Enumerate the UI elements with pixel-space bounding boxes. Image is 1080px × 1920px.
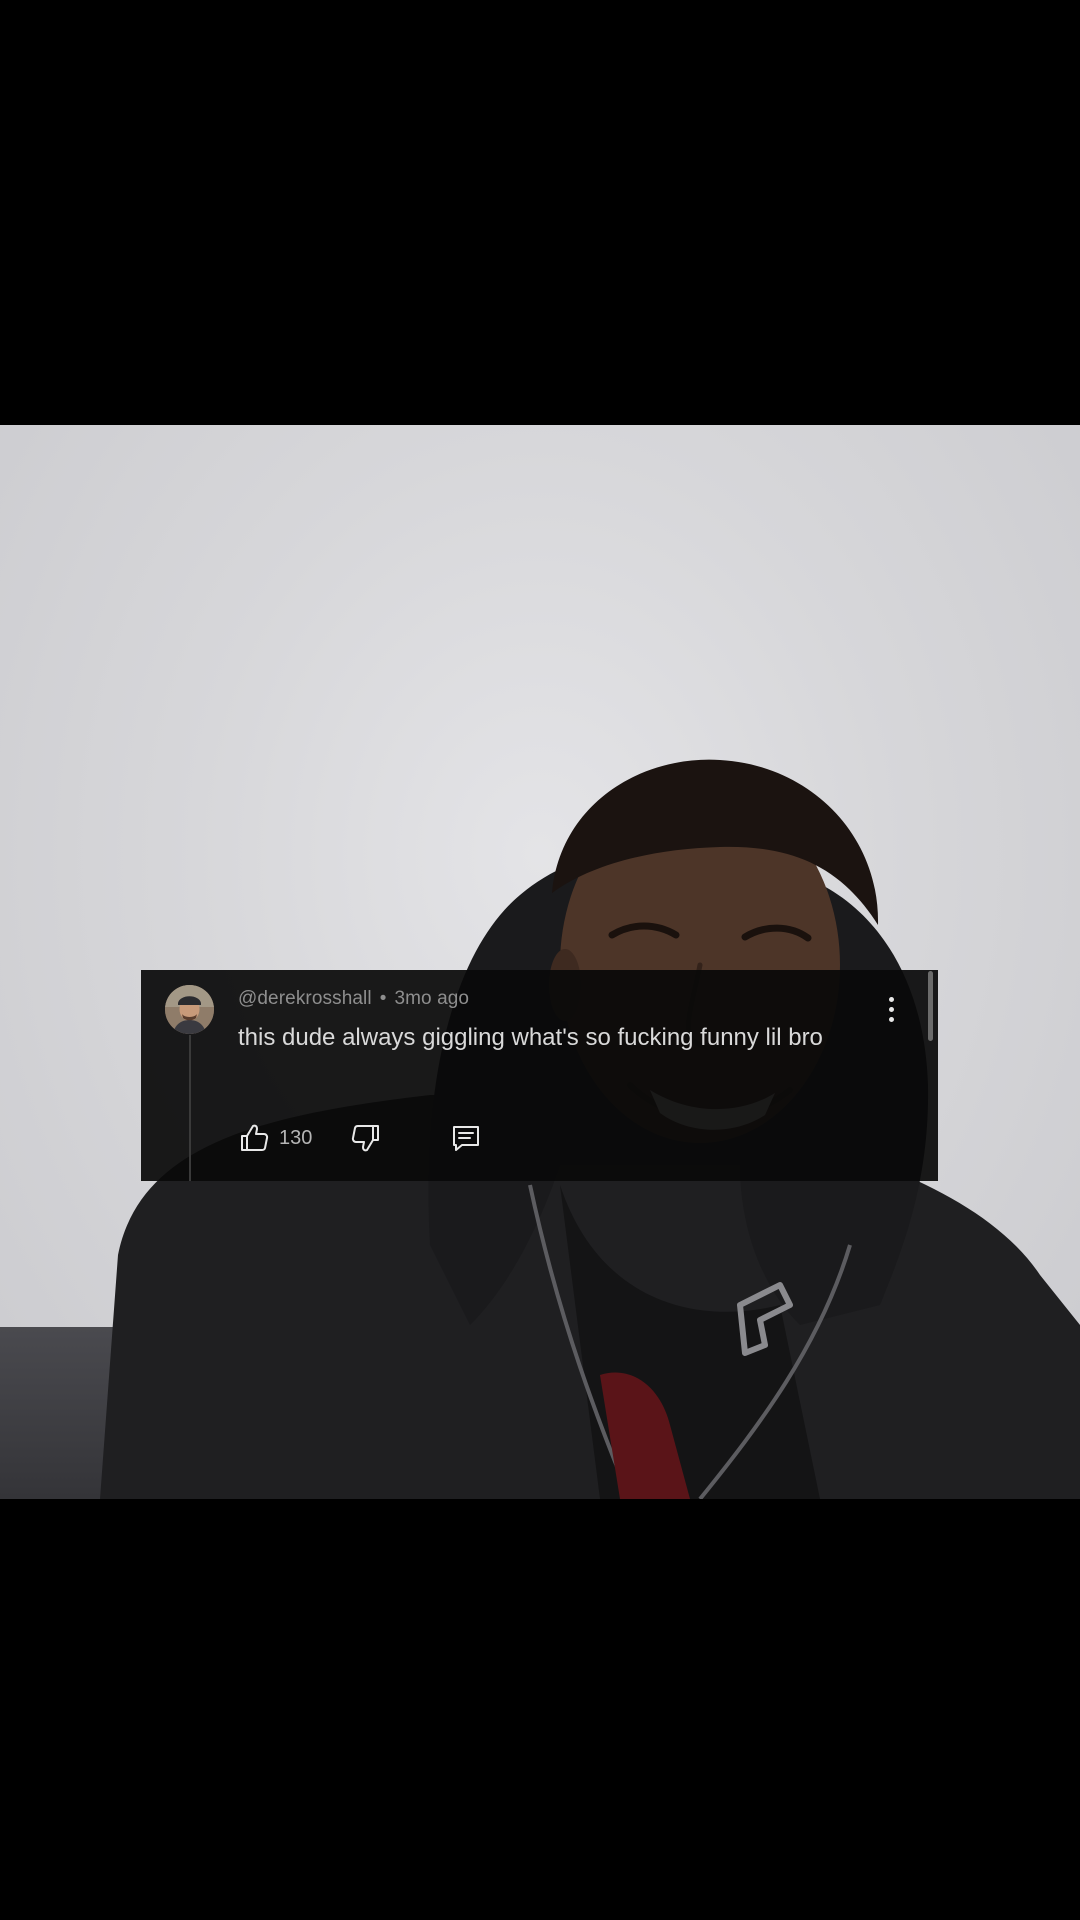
person-in-hoodie-image — [100, 759, 1080, 1499]
comment-meta: @derekrosshall • 3mo ago — [238, 988, 469, 1010]
reply-comment-icon[interactable] — [448, 1120, 484, 1156]
more-vertical-icon[interactable] — [879, 992, 903, 1026]
comment-author[interactable]: @derekrosshall — [238, 988, 372, 1009]
avatar-image — [165, 985, 214, 1034]
comment-timestamp: 3mo ago — [394, 988, 470, 1009]
video-frame[interactable] — [0, 425, 1080, 1499]
meta-separator: • — [379, 988, 387, 1009]
like-count: 130 — [279, 1126, 313, 1149]
comment-text: this dude always giggling what's so fuck… — [238, 1024, 823, 1051]
comment-actions: 130 — [236, 1118, 484, 1158]
thread-line — [189, 1035, 191, 1181]
comment-card: @derekrosshall • 3mo ago this dude always … — [141, 970, 938, 1181]
more-dot — [888, 1006, 894, 1012]
thumbs-down-icon[interactable] — [348, 1120, 384, 1156]
more-dot — [888, 1016, 894, 1022]
profile-avatar[interactable] — [165, 985, 214, 1034]
more-dot — [888, 996, 894, 1002]
thumbs-up-icon[interactable] — [236, 1120, 272, 1156]
screen: @derekrosshall • 3mo ago this dude always … — [0, 0, 1080, 1920]
scrollbar-thumb[interactable] — [928, 971, 933, 1041]
